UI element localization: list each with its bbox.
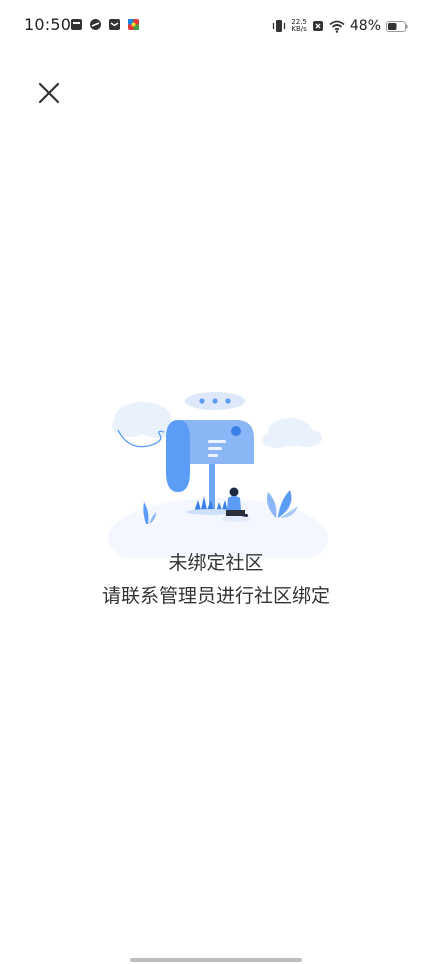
empty-state-description: 请联系管理员进行社区绑定 <box>101 585 330 607</box>
home-indicator[interactable] <box>130 958 302 962</box>
empty-state-title: 未绑定社区 <box>168 552 264 574</box>
battery-icon <box>386 20 408 32</box>
sync-notification-icon <box>90 19 101 30</box>
mail-notification-icon <box>109 19 120 30</box>
net-speed: 22.5 KB/s <box>291 18 307 34</box>
no-sim-icon <box>312 21 323 31</box>
vibrate-icon <box>273 20 286 32</box>
battery-percent: 48% <box>349 18 381 34</box>
net-speed-unit: KB/s <box>291 25 307 33</box>
status-bar: 10:50 22.5 KB/s 48% <box>0 0 432 52</box>
notification-icons <box>70 18 140 31</box>
wifi-icon <box>329 20 345 33</box>
status-time: 10:50 <box>24 15 72 34</box>
app-notification-icon <box>128 19 139 30</box>
status-right: 22.5 KB/s 48% <box>272 16 408 36</box>
close-icon[interactable] <box>34 78 64 108</box>
inbox-notification-icon <box>71 19 82 30</box>
mailbox-illustration <box>108 392 328 558</box>
